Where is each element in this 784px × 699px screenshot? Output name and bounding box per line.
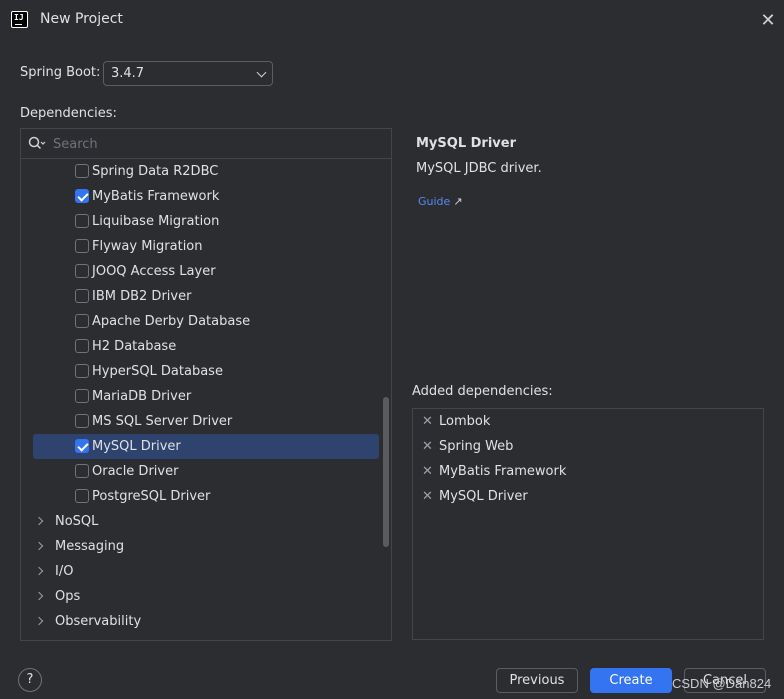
added-dependencies-label: Added dependencies: (412, 384, 553, 399)
checkbox[interactable] (75, 414, 89, 428)
category-label: Ops (55, 589, 81, 604)
chevron-right-icon[interactable] (34, 616, 44, 626)
added-dependency-label: Spring Web (439, 439, 514, 454)
close-icon[interactable]: ✕ (757, 10, 779, 32)
chevron-right-icon[interactable] (34, 516, 44, 526)
category-observability[interactable]: Observability (21, 609, 391, 634)
dependency-item[interactable]: JOOQ Access Layer (21, 259, 391, 284)
remove-icon[interactable]: ✕ (422, 459, 433, 484)
dependency-list: Spring Data R2DBC MyBatis Framework Liqu… (21, 159, 391, 634)
dependency-label: PostgreSQL Driver (92, 489, 211, 504)
dependency-item[interactable]: MariaDB Driver (21, 384, 391, 409)
dependency-item-selected[interactable]: MySQL Driver (21, 434, 391, 459)
chevron-right-icon[interactable] (34, 591, 44, 601)
guide-link[interactable]: Guide ↗ (418, 195, 463, 208)
watermark: CSDN @Dan824 (672, 676, 772, 691)
dependency-label: Spring Data R2DBC (92, 164, 219, 179)
added-dependency-item: ✕ MyBatis Framework (413, 459, 763, 484)
dependency-detail-description: MySQL JDBC driver. (416, 161, 542, 176)
checkbox[interactable] (75, 364, 89, 378)
added-dependency-label: MySQL Driver (439, 489, 528, 504)
chevron-right-icon[interactable] (34, 566, 44, 576)
dependency-detail-title: MySQL Driver (416, 136, 516, 151)
create-button[interactable]: Create (590, 668, 672, 693)
dependencies-tree: Spring Data R2DBC MyBatis Framework Liqu… (20, 128, 392, 641)
added-dependency-label: Lombok (439, 414, 491, 429)
added-dependency-label: MyBatis Framework (439, 464, 567, 479)
checkbox[interactable] (75, 489, 89, 503)
dependency-item[interactable]: MS SQL Server Driver (21, 409, 391, 434)
dependencies-label: Dependencies: (20, 106, 117, 121)
checkbox[interactable] (75, 264, 89, 278)
dependency-item[interactable]: Oracle Driver (21, 459, 391, 484)
previous-button[interactable]: Previous (496, 668, 578, 693)
new-project-dialog: IJ New Project ✕ Spring Boot: 3.4.7 Depe… (0, 0, 784, 699)
added-dependency-item: ✕ Lombok (413, 409, 763, 434)
dependency-label: MS SQL Server Driver (92, 414, 233, 429)
intellij-app-icon: IJ (11, 11, 28, 28)
category-label: Messaging (55, 539, 125, 554)
spring-boot-version-value: 3.4.7 (111, 66, 145, 81)
category-label: NoSQL (55, 514, 99, 529)
category-label: Observability (55, 614, 142, 629)
spring-boot-label: Spring Boot: (20, 65, 101, 80)
chevron-down-icon (256, 67, 267, 78)
category-nosql[interactable]: NoSQL (21, 509, 391, 534)
category-ops[interactable]: Ops (21, 584, 391, 609)
dependency-label: IBM DB2 Driver (92, 289, 192, 304)
category-messaging[interactable]: Messaging (21, 534, 391, 559)
spring-boot-version-select[interactable]: 3.4.7 (103, 61, 273, 86)
dependency-label: MySQL Driver (92, 439, 181, 454)
guide-link-label: Guide (418, 195, 451, 208)
external-link-icon: ↗ (453, 195, 463, 208)
dependency-label: Oracle Driver (92, 464, 179, 479)
search-input[interactable] (53, 135, 373, 153)
checkbox[interactable] (75, 464, 89, 478)
checkbox[interactable] (75, 214, 89, 228)
remove-icon[interactable]: ✕ (422, 484, 433, 509)
dependency-item[interactable]: Liquibase Migration (21, 209, 391, 234)
dependency-item[interactable]: Spring Data R2DBC (21, 159, 391, 184)
checkbox[interactable] (75, 439, 89, 453)
search-row (21, 129, 391, 159)
dependency-item[interactable]: PostgreSQL Driver (21, 484, 391, 509)
dependency-item[interactable]: Apache Derby Database (21, 309, 391, 334)
dependency-label: Liquibase Migration (92, 214, 220, 229)
dependency-label: HyperSQL Database (92, 364, 223, 379)
checkbox[interactable] (75, 289, 89, 303)
checkbox[interactable] (75, 189, 89, 203)
added-dependency-item: ✕ Spring Web (413, 434, 763, 459)
checkbox[interactable] (75, 239, 89, 253)
dependency-item[interactable]: IBM DB2 Driver (21, 284, 391, 309)
dependency-label: MariaDB Driver (92, 389, 192, 404)
added-dependencies-list: ✕ Lombok ✕ Spring Web ✕ MyBatis Framework ✕… (412, 408, 764, 640)
chevron-right-icon[interactable] (34, 541, 44, 551)
help-button[interactable]: ? (18, 668, 42, 692)
dependency-label: JOOQ Access Layer (92, 264, 216, 279)
dependency-item[interactable]: H2 Database (21, 334, 391, 359)
dependency-label: Apache Derby Database (92, 314, 251, 329)
remove-icon[interactable]: ✕ (422, 434, 433, 459)
remove-icon[interactable]: ✕ (422, 409, 433, 434)
dependency-item[interactable]: HyperSQL Database (21, 359, 391, 384)
dialog-title: New Project (40, 11, 123, 27)
dependency-item[interactable]: MyBatis Framework (21, 184, 391, 209)
dependency-item[interactable]: Flyway Migration (21, 234, 391, 259)
checkbox[interactable] (75, 389, 89, 403)
category-label: I/O (55, 564, 74, 579)
dependency-label: MyBatis Framework (92, 189, 220, 204)
checkbox[interactable] (75, 164, 89, 178)
title-bar: IJ New Project ✕ (0, 0, 784, 40)
dependency-label: H2 Database (92, 339, 177, 354)
checkbox[interactable] (75, 339, 89, 353)
checkbox[interactable] (75, 314, 89, 328)
added-dependency-item: ✕ MySQL Driver (413, 484, 763, 509)
vertical-scrollbar[interactable] (383, 397, 389, 547)
category-io[interactable]: I/O (21, 559, 391, 584)
dependency-label: Flyway Migration (92, 239, 203, 254)
search-icon[interactable] (28, 136, 46, 152)
